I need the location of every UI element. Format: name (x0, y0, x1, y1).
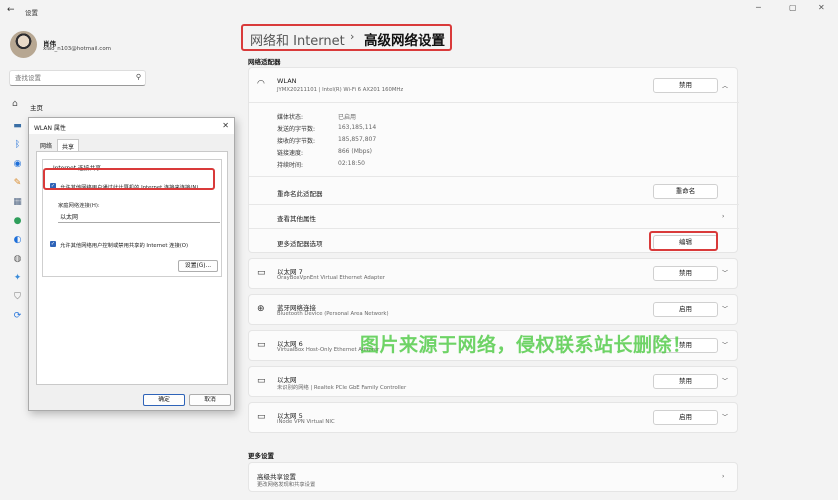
home-icon: ⌂ (12, 99, 18, 109)
stat-value: 163,185,114 (338, 124, 377, 131)
chevron-down-icon[interactable]: ﹀ (722, 376, 728, 385)
ethernet-icon: ▭ (257, 376, 266, 386)
adapter-description: 未识别的网络 | Realtek PCIe GbE Family Control… (277, 385, 407, 391)
stat-label: 发送的字节数: (277, 126, 316, 133)
chevron-up-icon[interactable]: ︿ (722, 81, 728, 90)
ethernet-icon: ▭ (257, 340, 266, 350)
adapter-description: JYMX20211101 | Intel(R) Wi-Fi 6 AX201 16… (277, 87, 404, 93)
divider (249, 102, 739, 103)
advanced-sharing-card[interactable]: 高级共享设置 更改网络发现和共享设置 › (248, 462, 738, 492)
network-icon[interactable]: ◉ (12, 159, 23, 170)
cancel-button[interactable]: 取消 (189, 394, 231, 406)
chevron-right-icon[interactable]: › (722, 213, 724, 220)
stat-value: 866 (Mbps) (338, 148, 372, 155)
tab-network[interactable]: 网络 (35, 139, 57, 151)
adapter-card-wlan: ◠ WLAN JYMX20211101 | Intel(R) Wi-Fi 6 A… (248, 67, 739, 253)
bluetooth-icon[interactable]: ᛒ (12, 140, 23, 151)
allow-control-checkbox[interactable]: ✓ (50, 241, 56, 247)
adapter-card[interactable]: ▭ 以太网 未识别的网络 | Realtek PCIe GbE Family C… (248, 366, 738, 397)
advanced-sharing-description: 更改网络发现和共享设置 (257, 482, 316, 488)
more-adapter-options-label: 更多适配器选项 (277, 240, 323, 248)
breadcrumb-parent[interactable]: 网络和 Internet (250, 30, 345, 49)
divider (249, 204, 739, 205)
allow-control-label[interactable]: 允许其他网络用户控制或禁用共享的 Internet 连接(O) (60, 241, 188, 249)
stat-label: 链接速度: (277, 150, 304, 157)
watermark-text: 图片来源于网络，侵权联系站长删除！ (360, 334, 692, 356)
avatar[interactable] (10, 31, 37, 58)
adapter-card[interactable]: ▭ 以太网 5 iNode VPN Virtual NIC 启用 ﹀ (248, 402, 738, 433)
time-language-icon[interactable]: ◐ (12, 235, 23, 246)
chevron-down-icon[interactable]: ﹀ (722, 412, 728, 421)
view-properties-link[interactable]: 查看其他属性 (277, 213, 316, 223)
chevron-down-icon[interactable]: ﹀ (722, 268, 728, 277)
title-bar: ← 设置 ─ ▢ ✕ (0, 0, 838, 22)
rename-adapter-label: 重命名此适配器 (277, 190, 323, 198)
divider (249, 176, 739, 177)
highlight-edit-box (649, 231, 718, 251)
sidebar-item-home[interactable]: ⌂ 主页 (11, 99, 141, 113)
section-title-more: 更多设置 (248, 452, 274, 460)
settings-button[interactable]: 设置(G)... (178, 260, 218, 272)
dialog-title-bar: WLAN 属性 ✕ (29, 118, 234, 134)
home-connection-label: 家庭网络连接(H): (58, 203, 100, 209)
chevron-down-icon[interactable]: ﹀ (722, 340, 728, 349)
adapter-description: iNode VPN Virtual NIC (277, 419, 335, 425)
apps-icon[interactable]: ▦ (12, 197, 23, 208)
windows-update-icon[interactable]: ⟳ (12, 311, 23, 322)
disable-button[interactable]: 禁用 (653, 374, 718, 389)
wifi-icon: ◠ (257, 79, 265, 89)
disable-button[interactable]: 禁用 (653, 78, 718, 93)
wlan-properties-dialog: WLAN 属性 ✕ 网络 共享 Internet 连接共享 ✓ 允许其他网络用户… (28, 117, 235, 411)
dialog-title: WLAN 属性 (34, 125, 66, 132)
breadcrumb: 网络和 Internet › 高级网络设置 (241, 24, 452, 51)
enable-button[interactable]: 启用 (653, 410, 718, 425)
adapter-description: OrayBoxVpnEnt Virtual Ethernet Adapter (277, 275, 385, 281)
bluetooth-network-icon: ⊕ (257, 304, 265, 314)
page-title: 高级网络设置 (364, 33, 445, 49)
accessibility-icon[interactable]: ✦ (12, 273, 23, 284)
system-icon[interactable]: ▬ (12, 121, 23, 132)
ethernet-icon: ▭ (257, 268, 266, 278)
ok-button[interactable]: 确定 (143, 394, 185, 406)
stat-value: 185,857,807 (338, 136, 377, 143)
close-button[interactable]: ✕ (818, 3, 825, 12)
chevron-down-icon[interactable]: ﹀ (722, 304, 728, 313)
section-title-adapters: 网络适配器 (248, 58, 281, 66)
breadcrumb-separator: › (350, 30, 355, 43)
stat-label: 接收的字节数: (277, 138, 316, 145)
enable-button[interactable]: 启用 (653, 302, 718, 317)
stat-label: 持续时间: (277, 162, 304, 169)
ethernet-icon: ▭ (257, 412, 266, 422)
search-box[interactable]: ⚲ (9, 70, 146, 86)
privacy-shield-icon[interactable]: ⛉ (12, 292, 23, 303)
adapter-name: WLAN (277, 77, 297, 85)
accounts-icon[interactable]: ● (12, 216, 23, 227)
home-connection-select[interactable]: 以太网 (58, 210, 220, 223)
adapter-description: Bluetooth Device (Personal Area Network) (277, 311, 389, 317)
stat-value: 已启用 (338, 114, 357, 121)
chevron-right-icon[interactable]: › (722, 473, 724, 480)
search-input[interactable] (10, 71, 125, 85)
highlight-allow-share-box (43, 168, 215, 190)
back-arrow-icon[interactable]: ← (7, 5, 15, 15)
personalization-icon[interactable]: ✎ (12, 178, 23, 189)
search-icon[interactable]: ⚲ (136, 73, 141, 81)
sidebar-item-label: 主页 (30, 104, 43, 112)
stat-value: 02:18:50 (338, 160, 365, 167)
adapter-card[interactable]: ⊕ 蓝牙网络连接 Bluetooth Device (Personal Area… (248, 294, 738, 325)
gaming-icon[interactable]: ◍ (12, 254, 23, 265)
divider (249, 228, 739, 229)
stat-label: 媒体状态: (277, 114, 304, 121)
app-title: 设置 (25, 9, 38, 17)
maximize-button[interactable]: ▢ (789, 3, 797, 12)
close-icon[interactable]: ✕ (222, 121, 229, 130)
minimize-button[interactable]: ─ (756, 3, 761, 12)
user-email: xiao_n103@hotmail.com (43, 46, 112, 52)
adapter-card[interactable]: ▭ 以太网 7 OrayBoxVpnEnt Virtual Ethernet A… (248, 258, 738, 289)
rename-button[interactable]: 重命名 (653, 184, 718, 199)
disable-button[interactable]: 禁用 (653, 266, 718, 281)
